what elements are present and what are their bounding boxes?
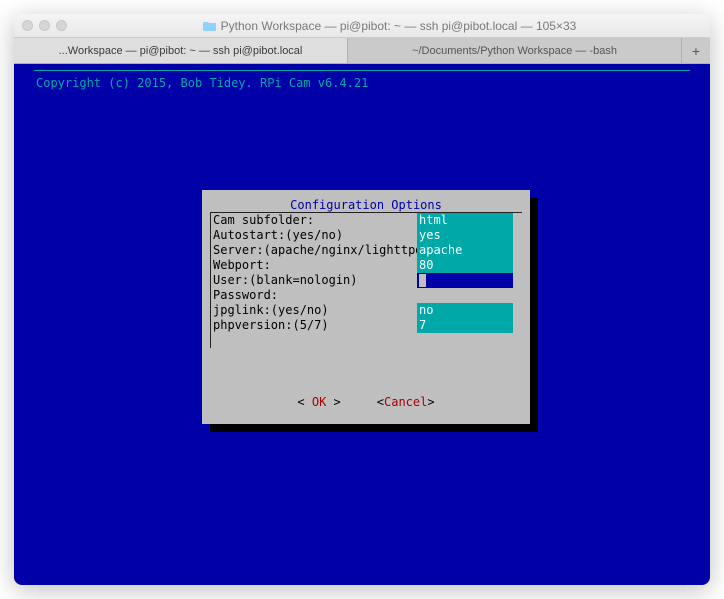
tab-label: ~/Documents/Python Workspace — -bash xyxy=(412,45,617,57)
horizontal-rule xyxy=(34,70,690,71)
field-input[interactable] xyxy=(417,273,513,288)
field-label: Password: xyxy=(211,288,417,303)
field-input[interactable]: apache xyxy=(417,243,513,258)
terminal-content: Copyright (c) 2015, Bob Tidey. RPi Cam v… xyxy=(14,64,710,585)
field-row: Password: xyxy=(211,288,522,303)
terminal-window: Python Workspace — pi@pibot: ~ — ssh pi@… xyxy=(14,14,710,585)
field-label: Autostart:(yes/no) xyxy=(211,228,417,243)
field-label: Cam subfolder: xyxy=(211,213,417,228)
field-label: User:(blank=nologin) xyxy=(211,273,417,288)
field-input[interactable]: 80 xyxy=(417,258,513,273)
field-label: phpversion:(5/7) xyxy=(211,318,417,333)
add-tab-button[interactable]: + xyxy=(682,38,710,63)
tab-label: ...Workspace — pi@pibot: ~ — ssh pi@pibo… xyxy=(59,45,303,57)
field-input[interactable]: 7 xyxy=(417,318,513,333)
field-row: Webport:80 xyxy=(211,258,522,273)
field-row: Autostart:(yes/no)yes xyxy=(211,228,522,243)
window-title: Python Workspace — pi@pibot: ~ — ssh pi@… xyxy=(77,19,702,33)
title-bar: Python Workspace — pi@pibot: ~ — ssh pi@… xyxy=(14,14,710,38)
minimize-icon[interactable] xyxy=(39,20,50,31)
field-input[interactable]: no xyxy=(417,303,513,318)
field-row: phpversion:(5/7)7 xyxy=(211,318,522,333)
field-input[interactable]: html xyxy=(417,213,513,228)
field-input[interactable]: yes xyxy=(417,228,513,243)
cancel-button[interactable]: <Cancel> xyxy=(377,395,435,410)
close-icon[interactable] xyxy=(22,20,33,31)
folder-icon xyxy=(203,20,217,31)
window-title-text: Python Workspace — pi@pibot: ~ — ssh pi@… xyxy=(221,19,577,33)
field-label: Server:(apache/nginx/lighttpd) xyxy=(211,243,417,258)
field-label: Webport: xyxy=(211,258,417,273)
copyright-text: Copyright (c) 2015, Bob Tidey. RPi Cam v… xyxy=(36,76,368,91)
tab-bash[interactable]: ~/Documents/Python Workspace — -bash xyxy=(348,38,682,63)
dialog-title: Configuration Options xyxy=(202,190,530,212)
tab-bar: ...Workspace — pi@pibot: ~ — ssh pi@pibo… xyxy=(14,38,710,64)
field-row: Cam subfolder:html xyxy=(211,213,522,228)
traffic-lights xyxy=(22,20,67,31)
maximize-icon[interactable] xyxy=(56,20,67,31)
field-label: jpglink:(yes/no) xyxy=(211,303,417,318)
ok-button[interactable]: < OK > xyxy=(297,395,340,410)
field-input[interactable] xyxy=(417,288,513,303)
fields-frame: Cam subfolder:htmlAutostart:(yes/no)yesS… xyxy=(210,212,522,348)
field-row: Server:(apache/nginx/lighttpd)apache xyxy=(211,243,522,258)
configuration-dialog: Configuration Options Cam subfolder:html… xyxy=(202,190,530,424)
field-row: jpglink:(yes/no)no xyxy=(211,303,522,318)
text-cursor xyxy=(419,274,426,287)
ok-label: OK xyxy=(312,395,326,409)
cancel-label: Cancel xyxy=(384,395,427,409)
tab-ssh[interactable]: ...Workspace — pi@pibot: ~ — ssh pi@pibo… xyxy=(14,38,348,63)
field-row: User:(blank=nologin) xyxy=(211,273,522,288)
button-row: < OK > <Cancel> xyxy=(202,395,530,410)
